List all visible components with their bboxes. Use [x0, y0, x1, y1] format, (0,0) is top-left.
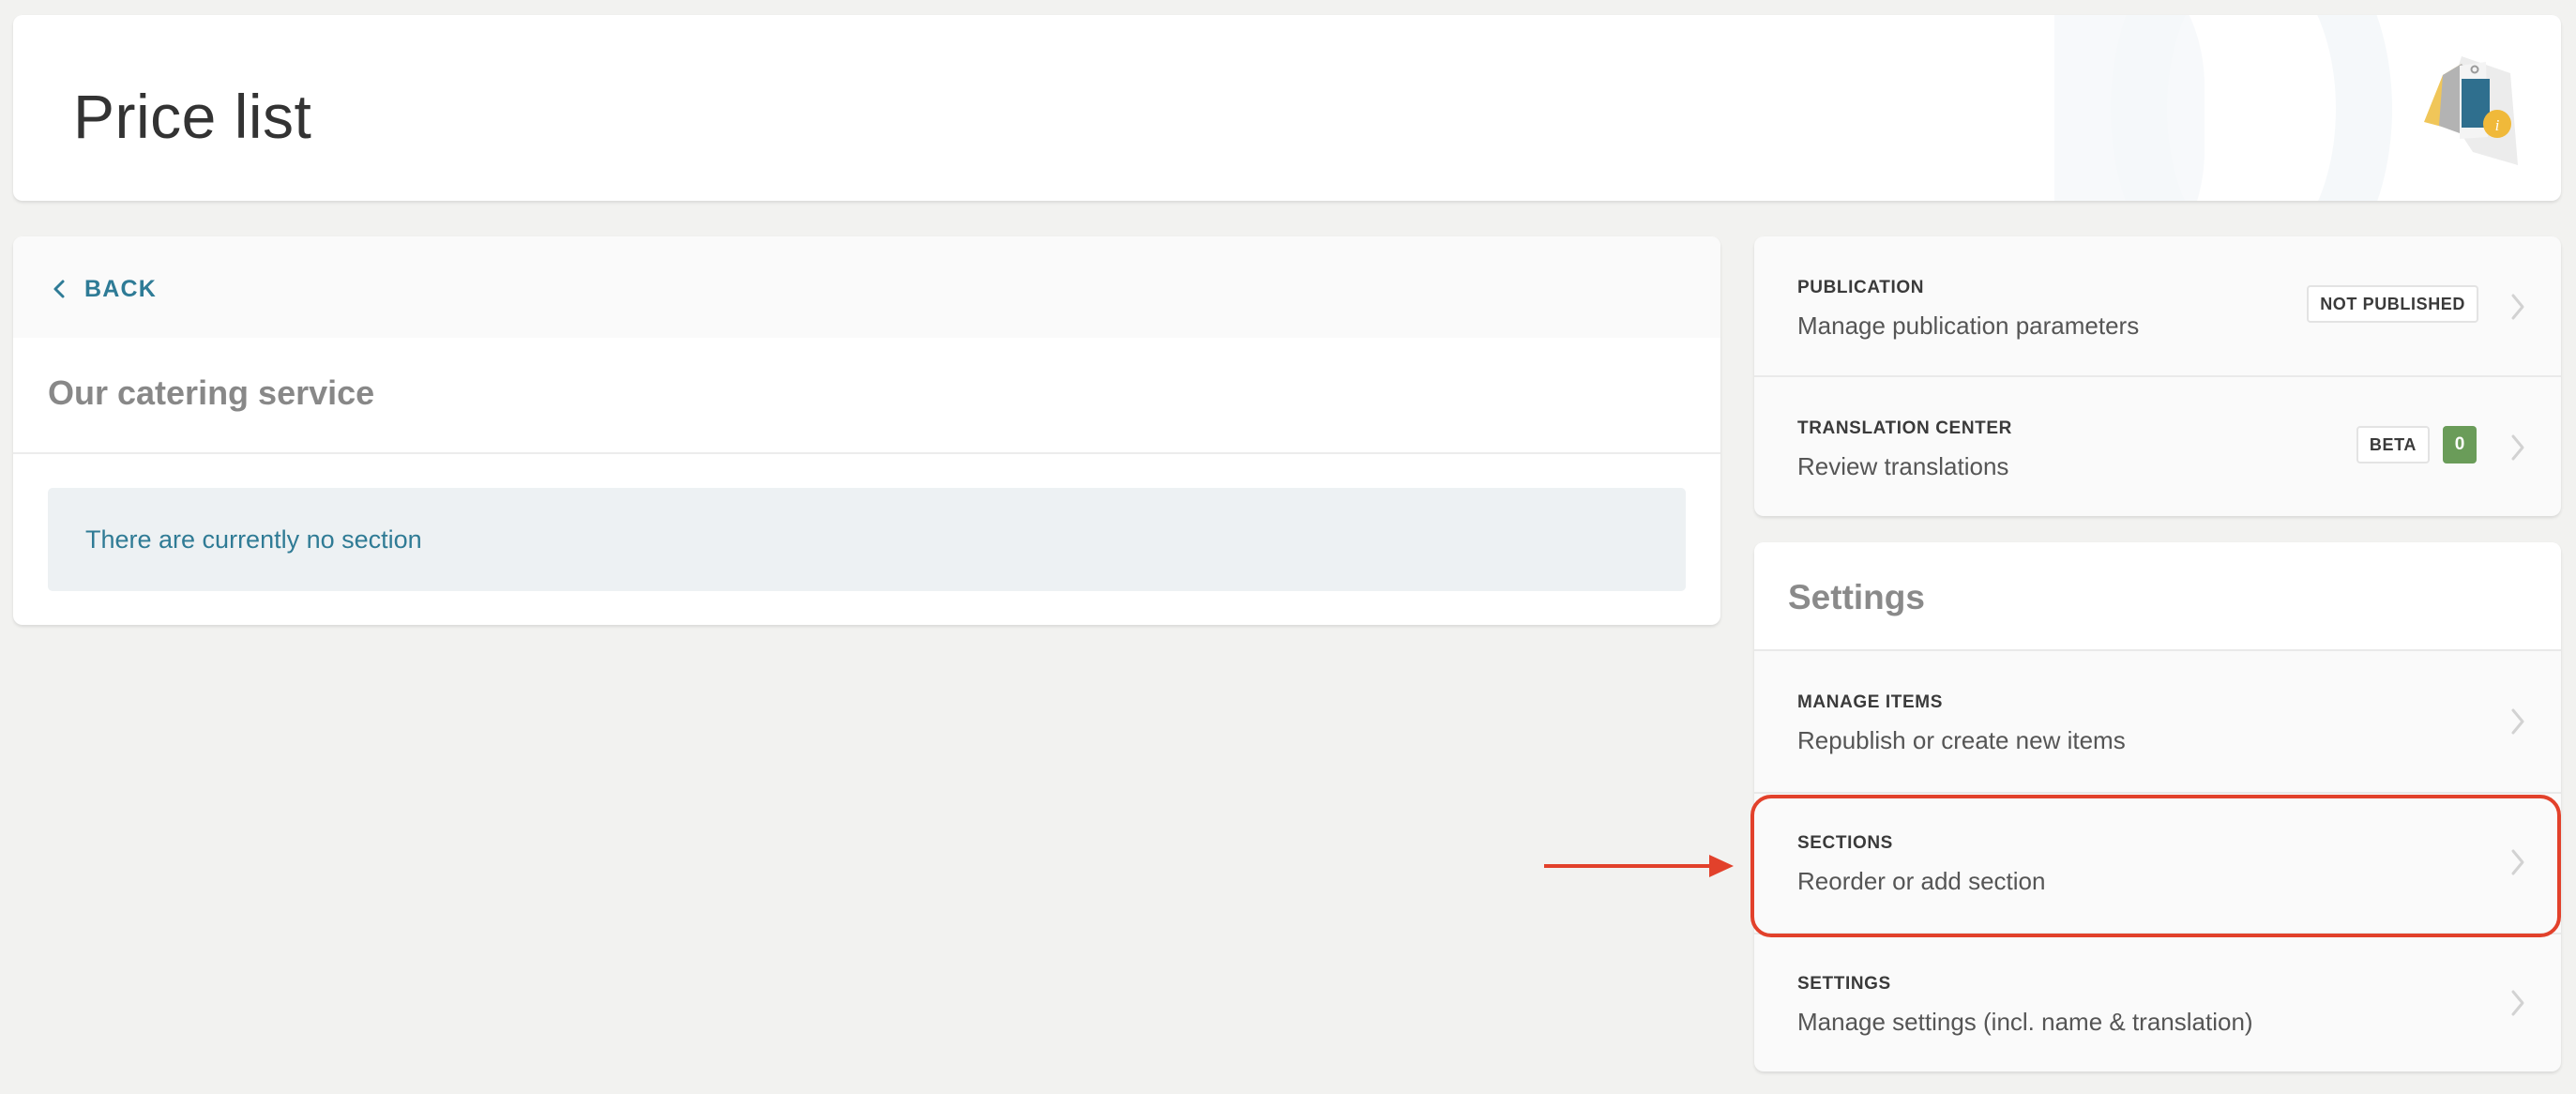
- page: Price list i BACK Our catering service T…: [0, 0, 2576, 1094]
- price-tag-info-icon: i: [2424, 56, 2518, 165]
- chevron-right-icon: [2511, 849, 2524, 875]
- chevron-right-icon: [2511, 708, 2524, 735]
- settings-title: SETTINGS: [1797, 974, 1891, 994]
- empty-state-message: There are currently no section: [48, 488, 1686, 591]
- manage-items-title: MANAGE ITEMS: [1797, 692, 1943, 712]
- settings-row[interactable]: SETTINGS Manage settings (incl. name & t…: [1754, 933, 2561, 1071]
- publication-title: PUBLICATION: [1797, 278, 1925, 297]
- sections-row[interactable]: SECTIONS Reorder or add section: [1754, 792, 2561, 933]
- chevron-right-icon: [2511, 434, 2524, 461]
- page-header: Price list i: [13, 15, 2561, 201]
- manage-items-row[interactable]: MANAGE ITEMS Republish or create new ite…: [1754, 651, 2561, 792]
- chevron-right-icon: [2511, 294, 2524, 320]
- manage-items-description: Republish or create new items: [1797, 726, 2126, 754]
- panel-toolbar: [13, 236, 1720, 338]
- empty-state-text: There are currently no section: [85, 524, 422, 554]
- translation-title: TRANSLATION CENTER: [1797, 418, 2012, 438]
- sections-description: Reorder or add section: [1797, 867, 2046, 895]
- sections-panel: BACK Our catering service There are curr…: [13, 236, 1720, 625]
- settings-description: Manage settings (incl. name & translatio…: [1797, 1008, 2253, 1036]
- divider: [13, 452, 1720, 454]
- translation-description: Review translations: [1797, 452, 2009, 480]
- chevron-right-icon: [2511, 990, 2524, 1016]
- page-title: Price list: [73, 82, 312, 151]
- annotation-arrow-icon: [1544, 855, 1734, 877]
- settings-card: Settings MANAGE ITEMS Republish or creat…: [1754, 542, 2561, 1071]
- publication-card: PUBLICATION Manage publication parameter…: [1754, 236, 2561, 516]
- sections-title: SECTIONS: [1797, 833, 1893, 853]
- settings-header: Settings: [1754, 542, 2561, 649]
- chevron-left-icon: [53, 280, 65, 298]
- back-label: BACK: [84, 275, 158, 302]
- service-title: Our catering service: [48, 373, 375, 412]
- settings-heading: Settings: [1788, 578, 1925, 616]
- publication-description: Manage publication parameters: [1797, 311, 2140, 340]
- status-badge: NOT PUBLISHED: [2307, 285, 2478, 323]
- publication-row[interactable]: PUBLICATION Manage publication parameter…: [1754, 236, 2561, 377]
- translation-count-badge: 0: [2443, 426, 2477, 463]
- svg-text:i: i: [2495, 116, 2500, 134]
- beta-badge: BETA: [2356, 426, 2430, 463]
- back-link[interactable]: BACK: [51, 272, 157, 306]
- translation-center-row[interactable]: TRANSLATION CENTER Review translations B…: [1754, 377, 2561, 516]
